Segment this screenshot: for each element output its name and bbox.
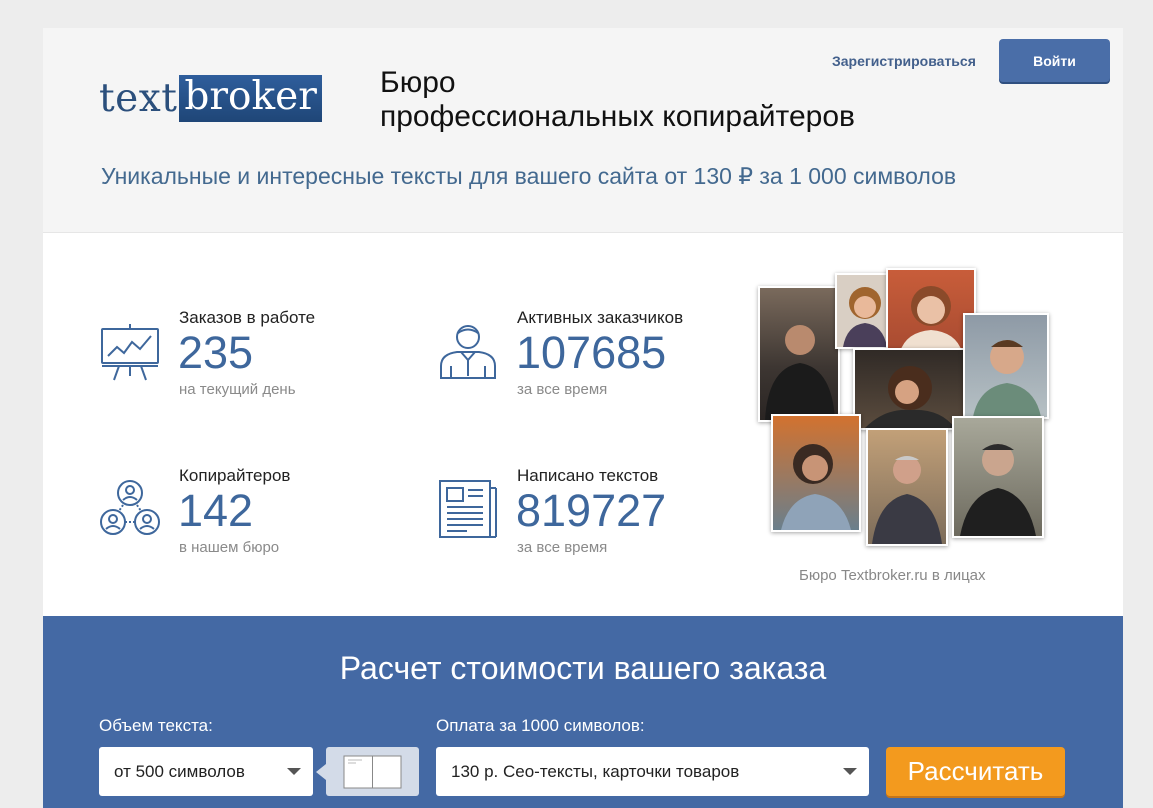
- presentation-chart-icon: [101, 324, 159, 381]
- stat-value: 107685: [516, 327, 667, 378]
- person-silhouette-icon: [865, 366, 955, 428]
- person-icon: [440, 325, 496, 379]
- payment-select[interactable]: 130 р. Сео-тексты, карточки товаров: [436, 747, 869, 796]
- register-link[interactable]: Зарегистрироваться: [832, 53, 976, 69]
- tagline-line-2: профессиональных копирайтеров: [380, 100, 855, 133]
- person-silhouette-icon: [781, 444, 851, 530]
- tagline: Бюро профессиональных копирайтеров: [380, 66, 855, 134]
- calculate-button[interactable]: Рассчитать: [886, 747, 1065, 796]
- open-book-icon: [343, 755, 402, 789]
- price-calculator: Расчет стоимости вашего заказа Объем тек…: [43, 616, 1123, 808]
- header: text broker Бюро профессиональных копирай…: [43, 28, 1123, 233]
- volume-select-value: от 500 символов: [114, 761, 245, 781]
- stat-value: 142: [178, 485, 254, 536]
- textbroker-logo[interactable]: text broker: [99, 73, 322, 123]
- page: text broker Бюро профессиональных копирай…: [43, 28, 1123, 808]
- person-silhouette-icon: [843, 287, 887, 347]
- stat-label: Копирайтеров: [179, 466, 291, 485]
- stat-note: в нашем бюро: [179, 539, 280, 556]
- stat-label: Заказов в работе: [179, 308, 316, 327]
- stat-value: 235: [178, 327, 254, 378]
- book-preview: [316, 747, 419, 796]
- chevron-down-icon: [287, 768, 301, 775]
- login-button[interactable]: Войти: [999, 39, 1110, 82]
- team-photo-collage[interactable]: [758, 268, 1058, 548]
- stat-value: 819727: [516, 485, 667, 536]
- person-silhouette-icon: [765, 325, 835, 420]
- stat-label: Активных заказчиков: [517, 308, 684, 327]
- stat-label: Написано текстов: [517, 466, 659, 485]
- team-photo: [866, 428, 948, 546]
- newspaper-icon: [439, 480, 497, 538]
- person-silhouette-icon: [973, 340, 1041, 417]
- person-silhouette-icon: [872, 456, 942, 544]
- team-photo: [771, 414, 861, 532]
- stat-note: на текущий день: [179, 381, 296, 398]
- logo-box: broker: [179, 74, 322, 122]
- calculator-title: Расчет стоимости вашего заказа: [339, 650, 827, 686]
- chevron-down-icon: [843, 768, 857, 775]
- person-silhouette-icon: [960, 444, 1036, 536]
- volume-label: Объем текста:: [99, 716, 213, 735]
- team-photo: [853, 348, 967, 430]
- payment-select-value: 130 р. Сео-тексты, карточки товаров: [451, 761, 740, 781]
- team-icon: [100, 480, 160, 535]
- team-photo: [963, 313, 1049, 419]
- stat-note: за все время: [517, 381, 608, 398]
- team-photo: [952, 416, 1044, 538]
- volume-select[interactable]: от 500 символов: [99, 747, 313, 796]
- collage-caption: Бюро Textbroker.ru в лицах: [799, 567, 986, 584]
- team-photo: [758, 286, 840, 422]
- logo-text: text: [99, 75, 178, 121]
- stat-note: за все время: [517, 539, 608, 556]
- tagline-line-1: Бюро: [380, 66, 456, 99]
- subheading: Уникальные и интересные тексты для вашег…: [101, 163, 957, 189]
- payment-label: Оплата за 1000 символов:: [436, 716, 645, 735]
- person-silhouette-icon: [900, 286, 962, 352]
